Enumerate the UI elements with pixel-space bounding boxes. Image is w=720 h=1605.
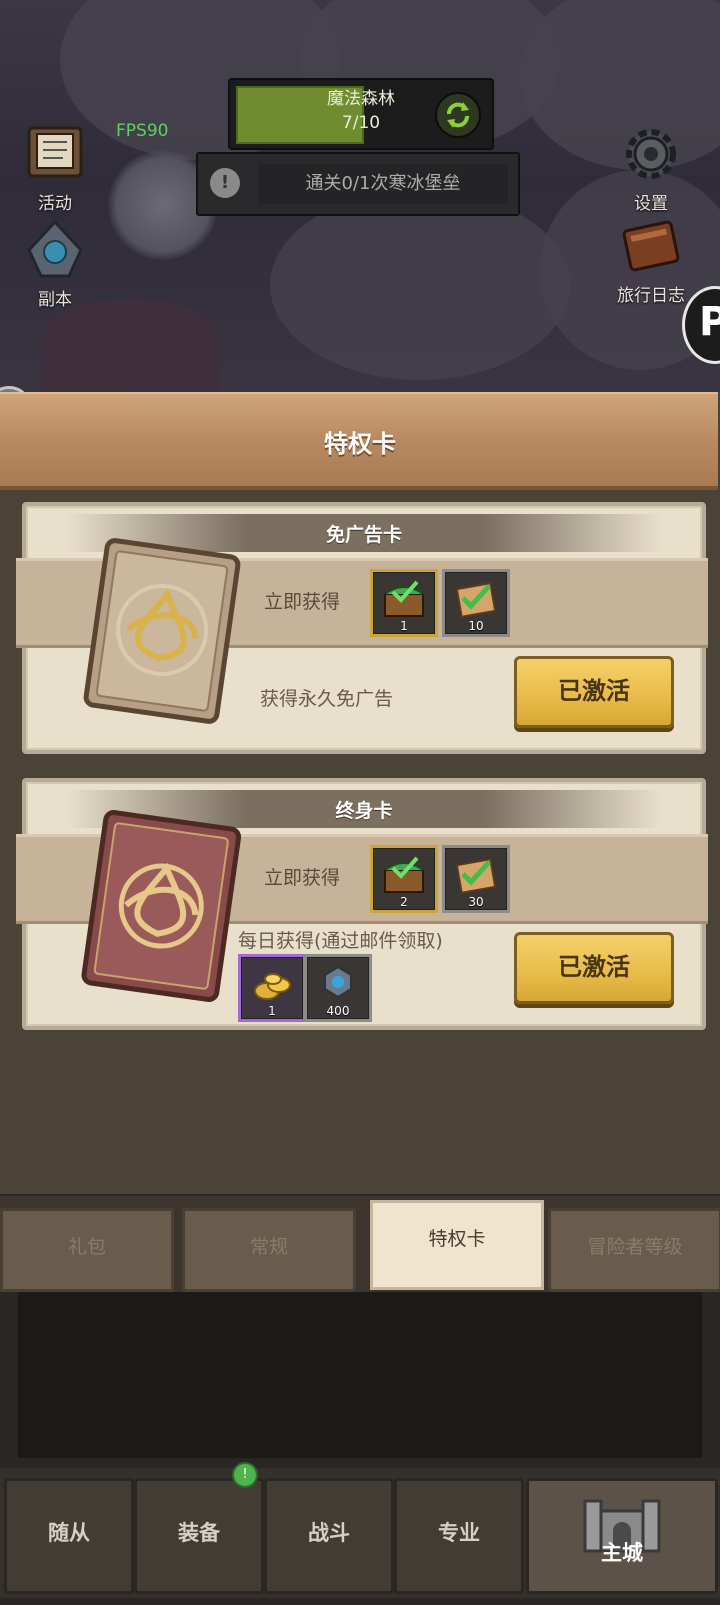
no-ads-card-art-icon [83,538,241,724]
reward-slot[interactable]: 2 [370,845,438,913]
reward-slot[interactable]: 400 [304,954,372,1022]
panel-title: 特权卡 [324,430,396,458]
lifetime-card-art-icon [81,810,242,1002]
nav-battle[interactable]: 战斗 [264,1478,394,1594]
nav-equipment[interactable]: 装备 [134,1478,264,1594]
tab-privilege[interactable]: 特权卡 [370,1200,544,1290]
green-chest-icon [384,580,424,617]
card-description: 获得永久免广告 [260,688,394,710]
blue-gem-icon [324,965,352,999]
portal-stone-icon [27,219,83,278]
no-ads-card: 免广告卡 立即获得 1 10 获得永久免广告 已激活 [16,502,708,754]
reward-count: 1 [400,619,408,633]
gear-icon [626,129,676,179]
bottom-nav: 随从 装备 ! 战斗 专业 主城 [0,1462,720,1598]
activated-button[interactable]: 已激活 [514,656,674,728]
reward-slot[interactable]: 1 [238,954,306,1022]
settings-button[interactable]: 设置 [606,124,696,214]
panel-header: 特权卡 [0,392,718,490]
nav-followers[interactable]: 随从 [4,1478,134,1594]
settings-label: 设置 [634,194,668,214]
task-bar[interactable]: ! 通关0/1次寒冰堡垒 [196,152,520,216]
refresh-button[interactable] [435,92,481,138]
dungeon-button[interactable]: 副本 [10,219,100,310]
fps-counter: FPS90 [116,121,169,141]
reward-count: 30 [468,895,484,909]
reward-count: 400 [326,1004,350,1018]
tab-regular[interactable]: 常规 [182,1208,356,1292]
dungeon-label: 副本 [38,290,72,310]
rock-silhouette [40,300,220,400]
task-text: 通关0/1次寒冰堡垒 [258,164,508,204]
tab-adventurer-level[interactable]: 冒险者等级 [548,1208,720,1292]
activated-button[interactable]: 已激活 [514,932,674,1004]
book-icon [622,220,680,272]
gold-pile-icon [254,973,291,1000]
reward-count: 2 [400,895,408,909]
privilege-panel: 特权卡 免广告卡 立即获得 1 10 获得永久免广告 已激活 终身卡 立即获得 … [0,392,720,1194]
area-progress-bar[interactable]: 魔法森林 7/10 [228,78,494,150]
lifetime-card: 终身卡 立即获得 2 30 每日获得(通过邮件领取) 1 400 已激活 [16,778,708,1030]
green-ticket-icon [455,858,497,894]
green-chest-icon [384,856,424,893]
alert-icon: ! [210,168,240,198]
reward-slot[interactable]: 10 [442,569,510,637]
tree-canopy [270,190,570,380]
events-button[interactable]: 活动 [10,124,100,214]
refresh-icon [447,102,469,128]
journal-label: 旅行日志 [617,286,685,306]
shop-tabs: 礼包 常规 特权卡 冒险者等级 [0,1196,720,1292]
events-label: 活动 [38,194,72,214]
journal-button[interactable]: 旅行日志 [606,216,696,306]
tab-gift[interactable]: 礼包 [0,1208,174,1292]
reward-count: 1 [268,1004,276,1018]
daily-label: 每日获得(通过邮件领取) [238,930,443,952]
content-list-area [18,1292,702,1458]
notification-badge: ! [232,1462,258,1488]
reward-slot[interactable]: 30 [442,845,510,913]
nav-main-city-label: 主城 [601,1541,643,1565]
instant-label: 立即获得 [264,591,341,613]
reward-slot[interactable]: 1 [370,569,438,637]
nav-main-city[interactable]: 主城 [526,1478,718,1594]
green-ticket-icon [455,582,497,618]
nav-profession[interactable]: 专业 [394,1478,524,1594]
instant-label: 立即获得 [264,867,341,889]
reward-count: 10 [468,619,484,633]
scroll-board-icon [27,126,83,178]
